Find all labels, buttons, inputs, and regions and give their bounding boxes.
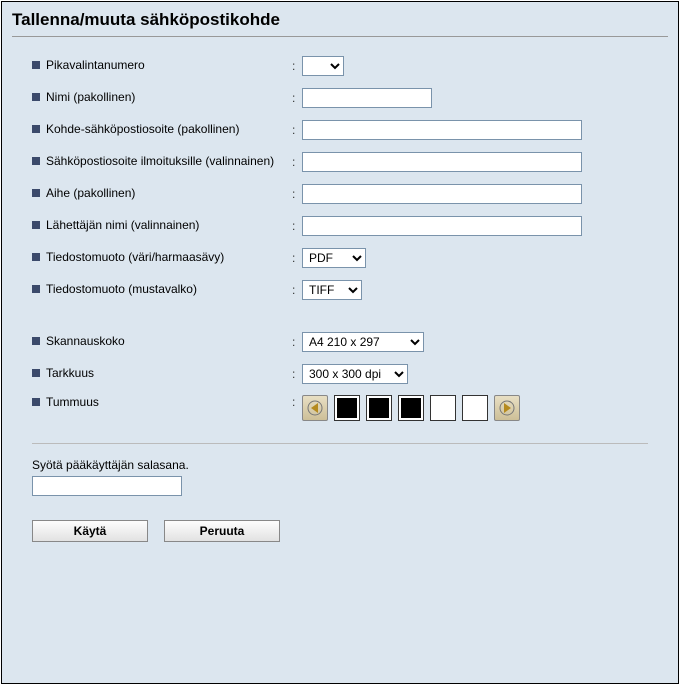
darkness-label: Tummuus <box>46 395 99 411</box>
colon: : <box>292 251 302 265</box>
admin-password-prompt: Syötä pääkäyttäjän salasana. <box>32 458 678 472</box>
colon: : <box>292 335 302 349</box>
colon: : <box>292 59 302 73</box>
bullet-icon <box>32 61 40 69</box>
format-color-label: Tiedostomuoto (väri/harmaasävy) <box>46 250 224 266</box>
resolution-label: Tarkkuus <box>46 366 94 382</box>
subject-label: Aihe (pakollinen) <box>46 186 135 202</box>
colon: : <box>292 123 302 137</box>
target-email-label: Kohde-sähköpostiosoite (pakollinen) <box>46 122 239 138</box>
scan-size-select[interactable]: A4 210 x 297 <box>302 332 424 352</box>
format-color-select[interactable]: PDF <box>302 248 366 268</box>
scan-size-label: Skannauskoko <box>46 334 125 350</box>
bullet-icon <box>32 398 40 406</box>
format-bw-select[interactable]: TIFF <box>302 280 362 300</box>
sender-name-label: Lähettäjän nimi (valinnainen) <box>46 218 199 234</box>
darkness-right-button[interactable] <box>494 395 520 421</box>
bullet-icon <box>32 125 40 133</box>
target-email-input[interactable] <box>302 120 582 140</box>
bullet-icon <box>32 189 40 197</box>
sender-name-input[interactable] <box>302 216 582 236</box>
bullet-icon <box>32 253 40 261</box>
bullet-icon <box>32 337 40 345</box>
bullet-icon <box>32 157 40 165</box>
bullet-icon <box>32 93 40 101</box>
colon: : <box>292 187 302 201</box>
page-title: Tallenna/muuta sähköpostikohde <box>2 2 678 36</box>
colon: : <box>292 395 302 409</box>
resolution-select[interactable]: 300 x 300 dpi <box>302 364 408 384</box>
notify-email-input[interactable] <box>302 152 582 172</box>
darkness-swatch-2[interactable] <box>366 395 392 421</box>
admin-password-input[interactable] <box>32 476 182 496</box>
name-label: Nimi (pakollinen) <box>46 90 135 106</box>
apply-button[interactable]: Käytä <box>32 520 148 542</box>
colon: : <box>292 219 302 233</box>
divider <box>12 36 668 37</box>
colon: : <box>292 367 302 381</box>
colon: : <box>292 91 302 105</box>
colon: : <box>292 155 302 169</box>
speed-dial-label: Pikavalintanumero <box>46 58 145 74</box>
bullet-icon <box>32 221 40 229</box>
triangle-right-icon <box>499 400 515 416</box>
darkness-swatch-5[interactable] <box>462 395 488 421</box>
divider <box>32 443 648 444</box>
bullet-icon <box>32 285 40 293</box>
colon: : <box>292 283 302 297</box>
darkness-left-button[interactable] <box>302 395 328 421</box>
darkness-swatch-1[interactable] <box>334 395 360 421</box>
name-input[interactable] <box>302 88 432 108</box>
triangle-left-icon <box>307 400 323 416</box>
format-bw-label: Tiedostomuoto (mustavalko) <box>46 282 197 298</box>
darkness-swatch-3[interactable] <box>398 395 424 421</box>
bullet-icon <box>32 369 40 377</box>
subject-input[interactable] <box>302 184 582 204</box>
speed-dial-select[interactable] <box>302 56 344 76</box>
darkness-swatch-4[interactable] <box>430 395 456 421</box>
notify-email-label: Sähköpostiosoite ilmoituksille (valinnai… <box>46 154 274 170</box>
cancel-button[interactable]: Peruuta <box>164 520 280 542</box>
